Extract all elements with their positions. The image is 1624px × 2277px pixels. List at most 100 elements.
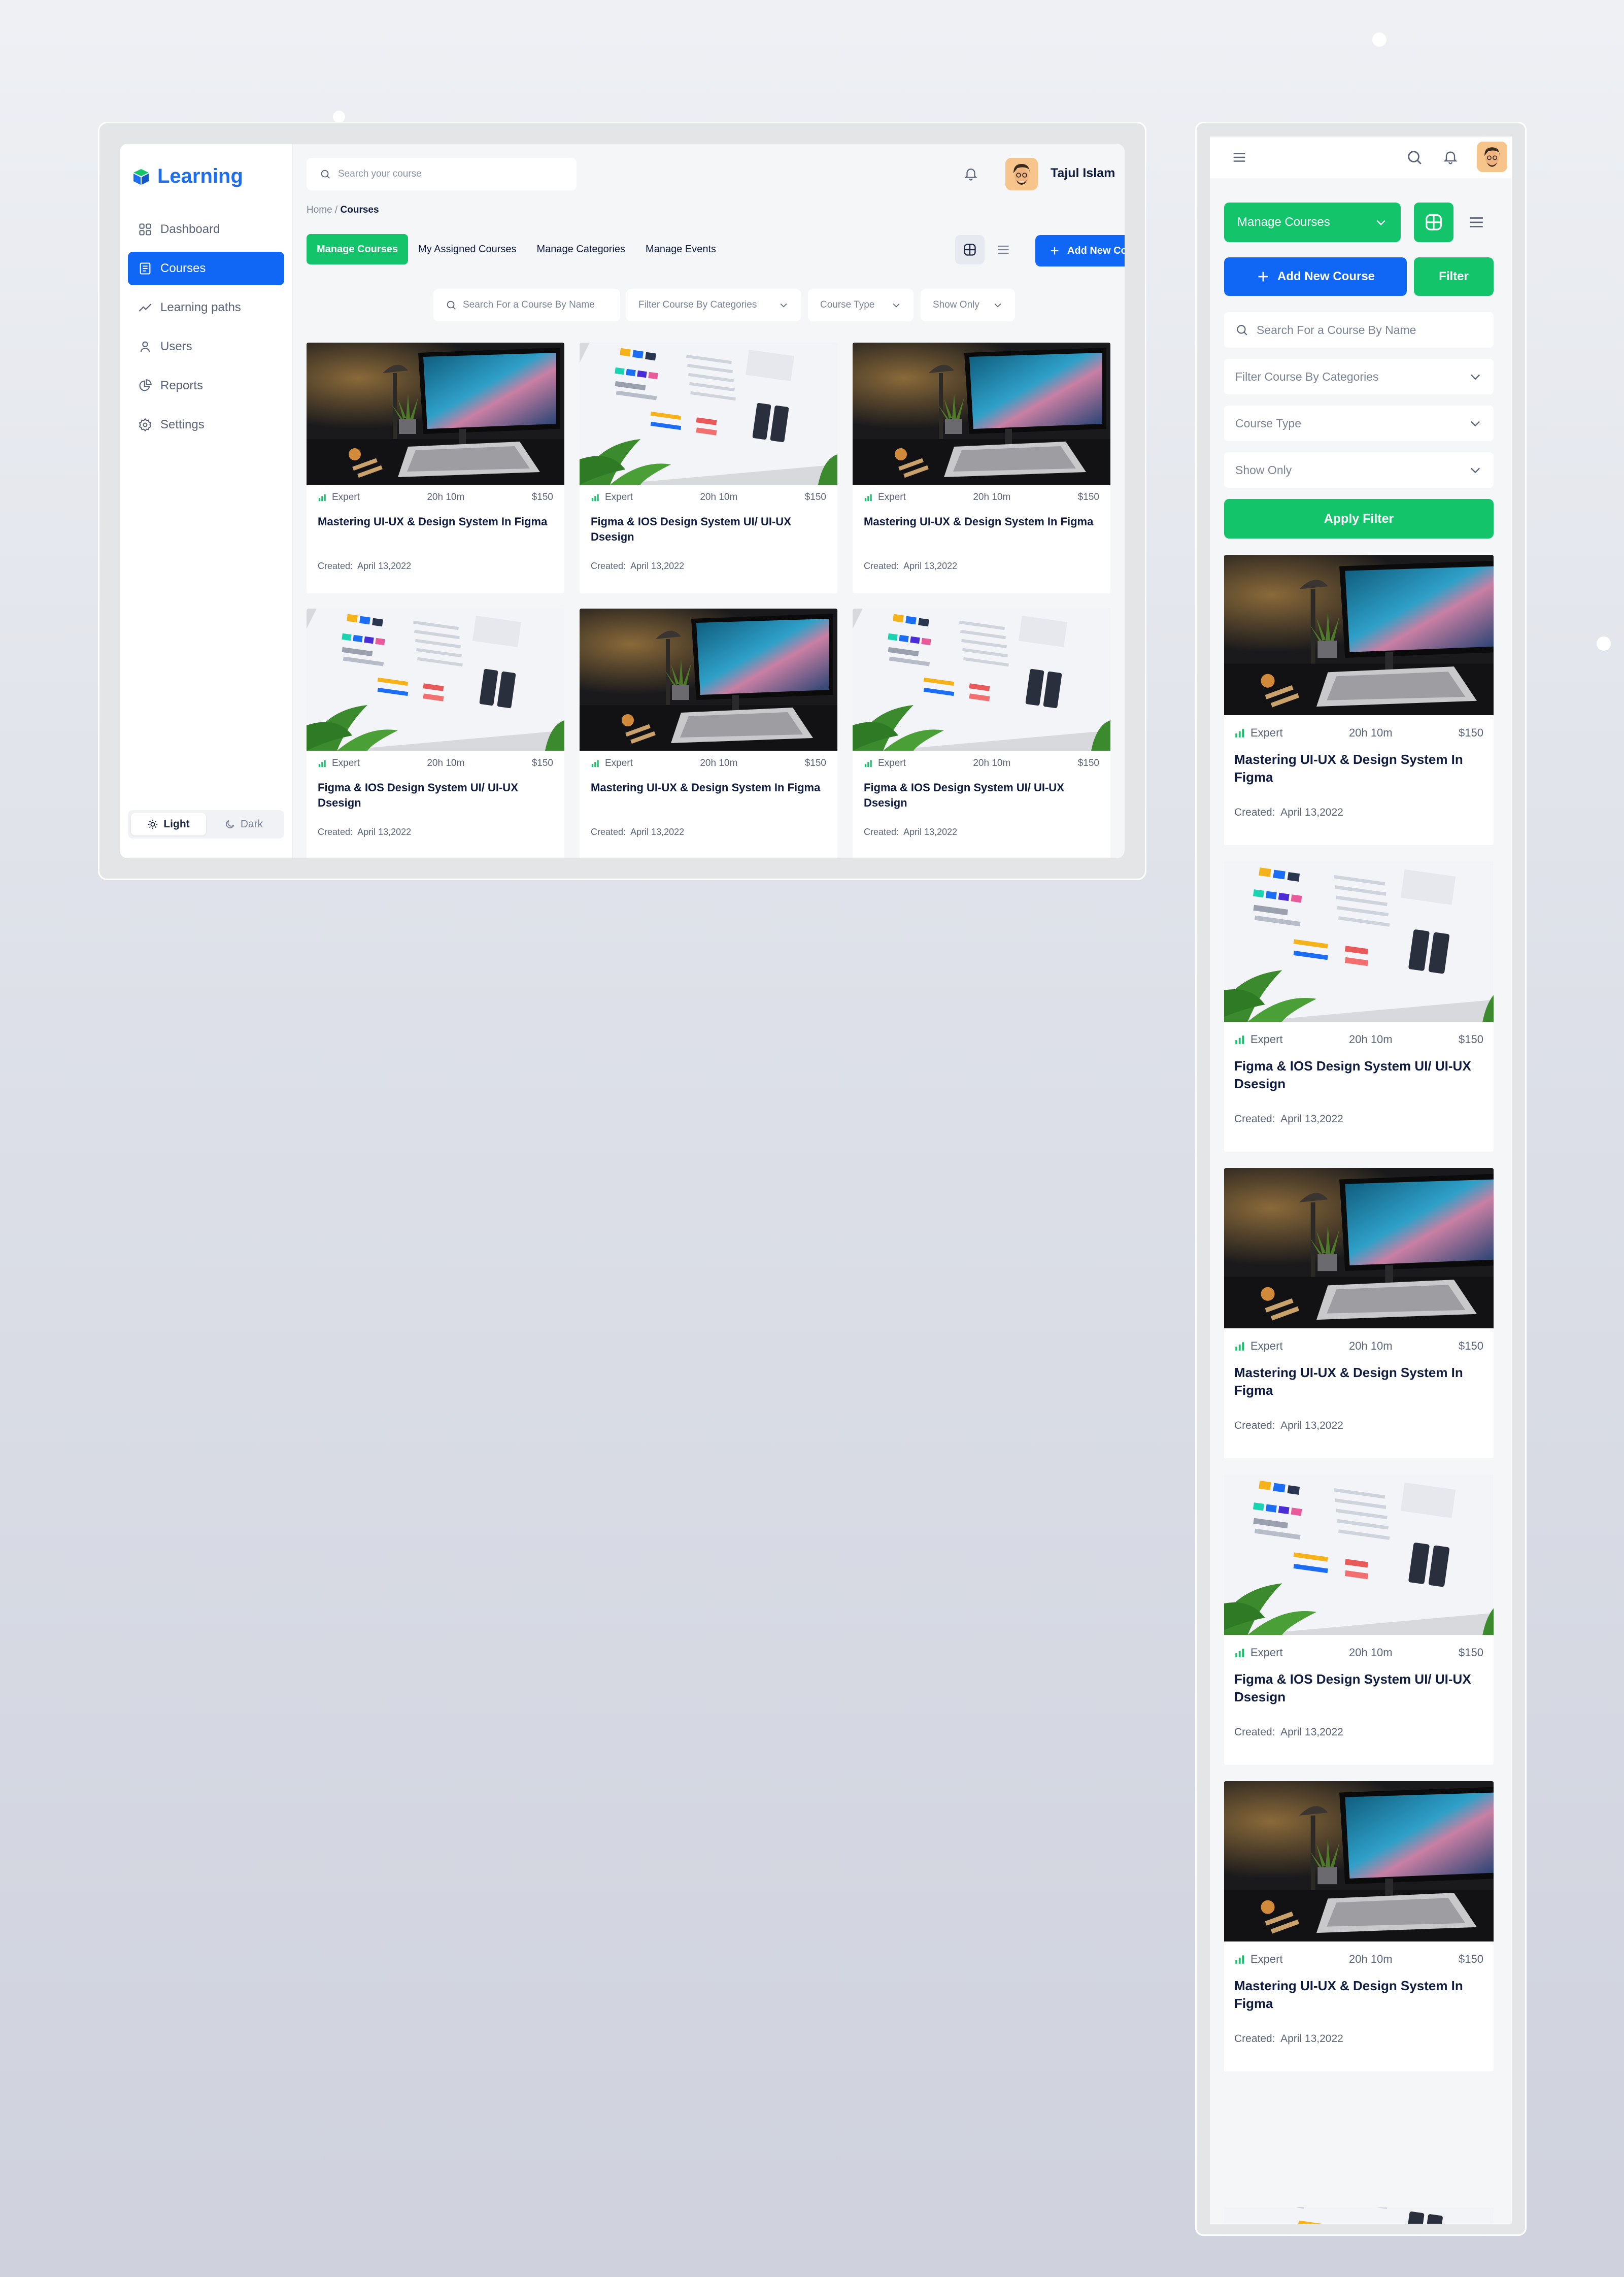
- decorative-dot: [1597, 637, 1611, 651]
- course-card[interactable]: Expert 20h 10m $150 Mastering UI-UX & Desig…: [307, 343, 564, 593]
- course-meta: Expert 20h 10m $150: [1224, 1941, 1494, 1977]
- avatar[interactable]: [1477, 142, 1507, 172]
- chevron-down-icon: [993, 300, 1003, 310]
- course-level-label: Expert: [1250, 726, 1283, 739]
- course-level: Expert: [318, 492, 360, 503]
- created-label: Created:: [1234, 1113, 1275, 1125]
- created-date-value: April 13,2022: [357, 827, 412, 837]
- sidebar-item-label: Learning paths: [160, 300, 241, 314]
- course-title[interactable]: Figma & IOS Design System UI/ UI-UX Dses…: [853, 780, 1110, 813]
- course-card[interactable]: Expert 20h 10m $150 Figma & IOS Design Syst…: [1224, 861, 1494, 1152]
- course-level: Expert: [1234, 1953, 1283, 1966]
- breadcrumb-home[interactable]: Home: [307, 205, 332, 215]
- level-bars-icon: [1234, 1954, 1245, 1965]
- app-logo[interactable]: Learning: [132, 165, 243, 188]
- course-card[interactable]: Expert 20h 10m $150 Mastering UI-UX & Desig…: [1224, 555, 1494, 845]
- level-bars-icon: [1234, 727, 1245, 739]
- course-card[interactable]: Expert 20h 10m $150 Figma & IOS Design Syst…: [580, 343, 837, 593]
- created-label: Created:: [318, 827, 353, 837]
- theme-dark-label: Dark: [240, 818, 263, 830]
- sidebar-item-learning-paths[interactable]: Learning paths: [128, 291, 284, 324]
- sidebar-item-label: Settings: [160, 418, 205, 431]
- category-filter-value: Filter Course By Categories: [1235, 370, 1379, 383]
- manage-courses-dropdown[interactable]: Manage Courses: [1224, 203, 1401, 242]
- sidebar-item-reports[interactable]: Reports: [128, 369, 284, 403]
- course-name-search-input[interactable]: Search For a Course By Name: [1224, 312, 1494, 348]
- sidebar-nav: Dashboard Courses Learning paths Users R…: [128, 213, 284, 447]
- show-only-select[interactable]: Show Only: [921, 289, 1015, 321]
- hamburger-menu-icon[interactable]: [1231, 150, 1247, 165]
- tab-manage-events[interactable]: Manage Events: [635, 234, 726, 264]
- sidebar-item-courses[interactable]: Courses: [128, 252, 284, 285]
- search-icon[interactable]: [1406, 149, 1423, 166]
- chevron-down-icon: [1468, 416, 1482, 430]
- notification-bell-icon[interactable]: [1442, 149, 1459, 165]
- course-title[interactable]: Mastering UI-UX & Design System In Figma: [1224, 751, 1494, 787]
- course-duration: 20h 10m: [427, 492, 465, 503]
- course-title[interactable]: Figma & IOS Design System UI/ UI-UX Dses…: [307, 780, 564, 813]
- list-view-icon[interactable]: [1468, 214, 1485, 231]
- course-price: $150: [804, 492, 826, 503]
- course-name-search-input[interactable]: Search For a Course By Name: [433, 289, 620, 321]
- course-title[interactable]: Mastering UI-UX & Design System In Figma: [580, 780, 837, 813]
- course-card[interactable]: Expert 20h 10m $150 Mastering UI-UX & Desig…: [580, 609, 837, 858]
- course-title[interactable]: Figma & IOS Design System UI/ UI-UX Dses…: [580, 514, 837, 547]
- course-search-placeholder: Search For a Course By Name: [463, 299, 595, 310]
- category-filter-select[interactable]: Filter Course By Categories: [1224, 359, 1494, 394]
- avatar[interactable]: [1005, 158, 1038, 190]
- course-duration: 20h 10m: [1349, 1646, 1393, 1659]
- theme-dark-button[interactable]: Dark: [206, 813, 281, 835]
- category-filter-select[interactable]: Filter Course By Categories: [626, 289, 801, 321]
- notification-bell-icon[interactable]: [963, 166, 978, 181]
- course-title[interactable]: Mastering UI-UX & Design System In Figma: [307, 514, 564, 547]
- course-thumbnail-image: [307, 609, 564, 751]
- course-meta: Expert 20h 10m $150: [307, 485, 564, 510]
- sidebar-item-settings[interactable]: Settings: [128, 408, 284, 442]
- grid-view-button[interactable]: [955, 235, 985, 264]
- created-date-value: April 13,2022: [1280, 1420, 1343, 1431]
- add-new-course-button[interactable]: Add New Course: [1224, 257, 1407, 296]
- course-card[interactable]: Expert 20h 10m $150 Figma & IOS Design Syst…: [1224, 1475, 1494, 1765]
- course-type-select[interactable]: Course Type: [808, 289, 913, 321]
- header-search-input[interactable]: Search your course: [307, 158, 577, 190]
- add-new-course-button[interactable]: Add New Course: [1035, 235, 1125, 266]
- course-card[interactable]: Expert 20h 10m $150 Mastering UI-UX & Desig…: [853, 343, 1110, 593]
- course-price: $150: [1459, 1033, 1483, 1046]
- course-card[interactable]: Expert 20h 10m $150 Mastering UI-UX & Desig…: [1224, 1781, 1494, 2071]
- course-card[interactable]: Expert 20h 10m $150 Mastering UI-UX & Desig…: [1224, 1168, 1494, 1458]
- course-thumbnail-image: [580, 609, 837, 751]
- tab-manage-categories[interactable]: Manage Categories: [526, 234, 635, 264]
- course-type-select[interactable]: Course Type: [1224, 406, 1494, 441]
- list-view-button[interactable]: [989, 235, 1018, 264]
- show-only-select[interactable]: Show Only: [1224, 452, 1494, 488]
- created-date-value: April 13,2022: [630, 827, 685, 837]
- sidebar-item-label: Users: [160, 340, 192, 353]
- course-title[interactable]: Mastering UI-UX & Design System In Figma: [1224, 1364, 1494, 1400]
- course-title[interactable]: Figma & IOS Design System UI/ UI-UX Dses…: [1224, 1670, 1494, 1707]
- apply-filter-button[interactable]: Apply Filter: [1224, 499, 1494, 539]
- book-icon: [138, 261, 152, 276]
- course-title[interactable]: Mastering UI-UX & Design System In Figma: [853, 514, 1110, 547]
- tab-my-assigned-courses[interactable]: My Assigned Courses: [408, 234, 526, 264]
- sidebar-item-dashboard[interactable]: Dashboard: [128, 213, 284, 246]
- user-icon: [138, 340, 152, 354]
- created-date-value: April 13,2022: [903, 827, 958, 837]
- grid-view-button[interactable]: [1414, 203, 1453, 242]
- grid-view-icon: [963, 243, 977, 257]
- course-level-label: Expert: [332, 758, 360, 768]
- theme-light-button[interactable]: Light: [131, 813, 206, 835]
- sidebar-item-users[interactable]: Users: [128, 330, 284, 363]
- course-card[interactable]: Expert 20h 10m $150 Figma & IOS Design Syst…: [307, 609, 564, 858]
- course-thumbnail: [1224, 1475, 1494, 1635]
- tab-manage-courses[interactable]: Manage Courses: [307, 234, 409, 264]
- course-title[interactable]: Figma & IOS Design System UI/ UI-UX Dses…: [1224, 1057, 1494, 1094]
- filter-button[interactable]: Filter: [1414, 257, 1494, 296]
- course-meta: Expert 20h 10m $150: [580, 485, 837, 510]
- chevron-down-icon: [779, 300, 789, 310]
- course-title[interactable]: Mastering UI-UX & Design System In Figma: [1224, 1977, 1494, 2014]
- course-card[interactable]: [1224, 2207, 1494, 2224]
- trend-icon: [138, 300, 152, 315]
- user-name[interactable]: Tajul Islam: [1051, 166, 1115, 181]
- course-card[interactable]: Expert 20h 10m $150 Figma & IOS Design Syst…: [853, 609, 1110, 858]
- level-bars-icon: [864, 493, 873, 502]
